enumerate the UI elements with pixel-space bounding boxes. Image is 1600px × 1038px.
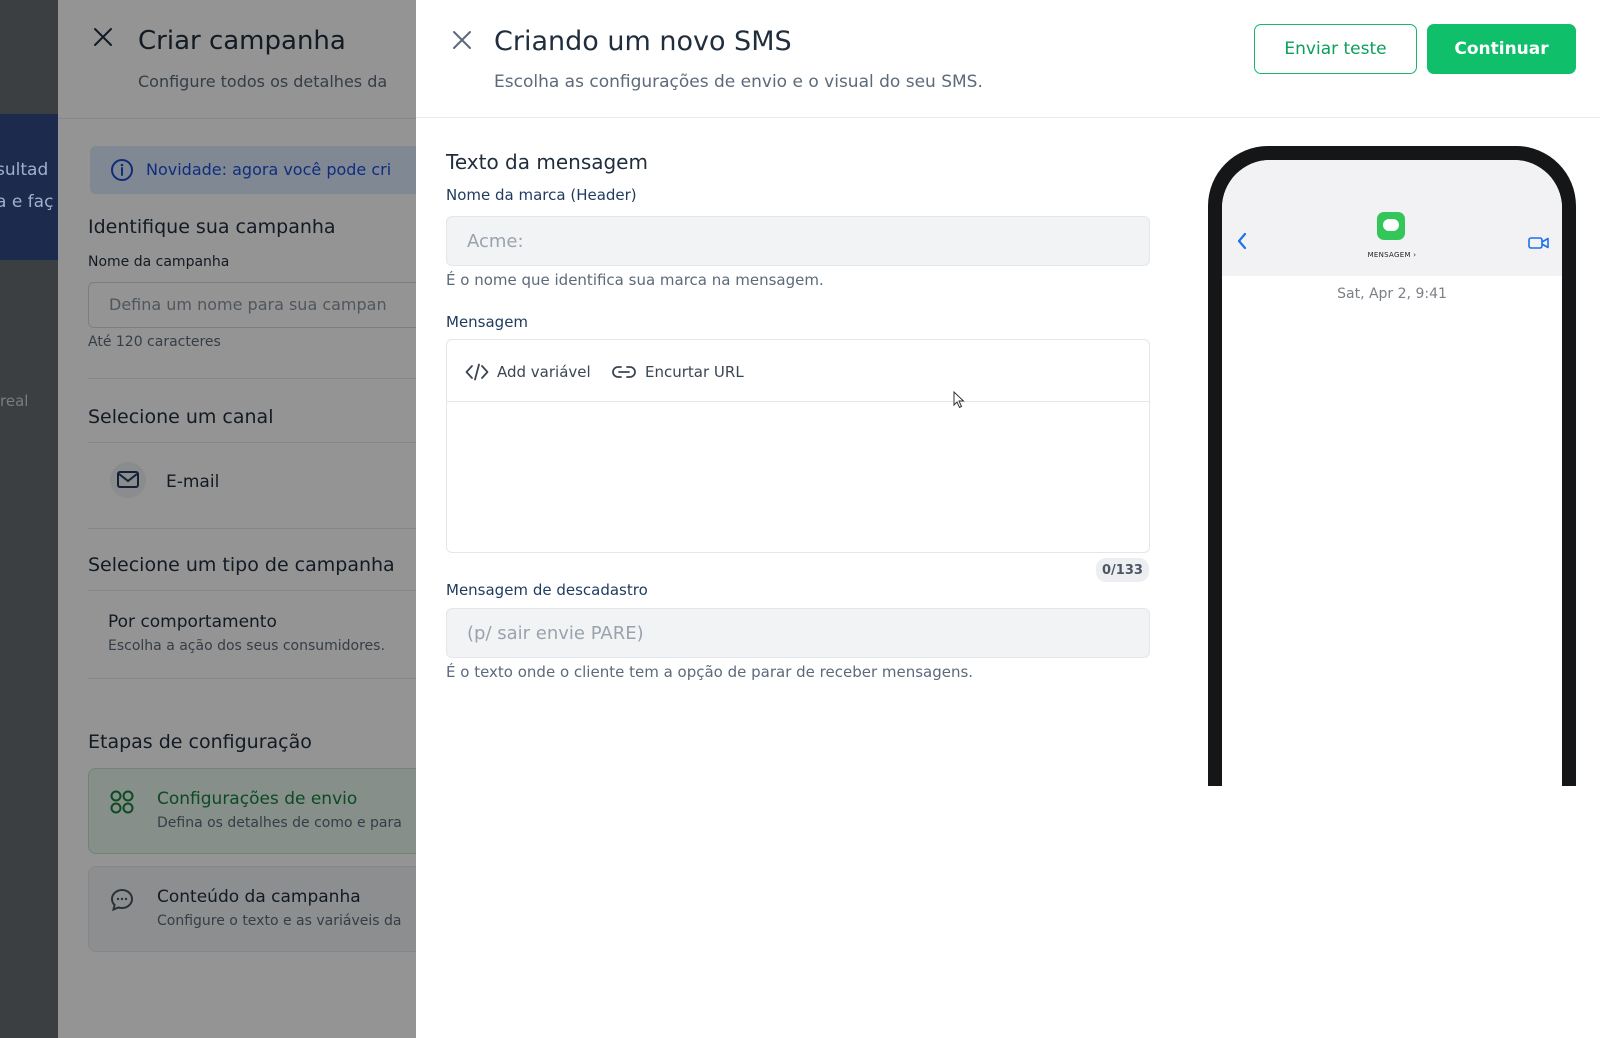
mouse-cursor-icon bbox=[953, 391, 965, 409]
panel-subtitle: Configure todos os detalhes da bbox=[138, 72, 388, 91]
message-editor: Add variável Encurtar URL bbox=[446, 339, 1150, 553]
background-text: real bbox=[0, 392, 29, 410]
drawer-subtitle: Escolha as configurações de envio e o vi… bbox=[494, 72, 983, 92]
type-behavior-title[interactable]: Por comportamento bbox=[108, 612, 277, 632]
add-variable-label: Add variável bbox=[497, 363, 591, 381]
shorten-url-button[interactable]: Encurtar URL bbox=[611, 360, 744, 384]
close-icon[interactable] bbox=[92, 26, 114, 48]
brand-name-label: Nome da marca (Header) bbox=[446, 186, 637, 204]
panel-title: Criar campanha bbox=[138, 26, 346, 56]
divider bbox=[88, 678, 418, 679]
campaign-name-input[interactable]: Defina um nome para sua campan bbox=[88, 282, 418, 328]
sms-drawer: Criando um novo SMS Escolha as configura… bbox=[416, 0, 1600, 1038]
continue-button[interactable]: Continuar bbox=[1427, 24, 1576, 74]
campaign-name-label: Nome da campanha bbox=[88, 254, 230, 270]
link-icon bbox=[612, 366, 636, 378]
unsubscribe-input[interactable] bbox=[446, 608, 1150, 658]
step-desc: Defina os detalhes de como e para bbox=[157, 815, 402, 831]
type-behavior-desc: Escolha a ação dos seus consumidores. bbox=[108, 638, 385, 654]
channel-email-label[interactable]: E-mail bbox=[166, 472, 219, 492]
create-campaign-panel: Criar campanha Configure todos os detalh… bbox=[58, 0, 418, 1038]
brand-name-help: É o nome que identifica sua marca na men… bbox=[446, 271, 824, 289]
editor-toolbar: Add variável Encurtar URL bbox=[447, 340, 1149, 402]
phone-date: Sat, Apr 2, 9:41 bbox=[1337, 286, 1447, 302]
notice-text: Novidade: agora você pode cri bbox=[146, 160, 392, 179]
add-variable-button[interactable]: Add variável bbox=[465, 360, 591, 384]
step-title: Configurações de envio bbox=[157, 789, 358, 809]
divider bbox=[416, 117, 1600, 118]
message-textarea[interactable] bbox=[447, 403, 1149, 552]
message-label: Mensagem bbox=[446, 313, 529, 331]
video-icon bbox=[1528, 237, 1549, 249]
divider bbox=[88, 378, 418, 379]
channel-heading: Selecione um canal bbox=[88, 406, 274, 428]
background-banner bbox=[0, 114, 60, 260]
steps-heading: Etapas de configuração bbox=[88, 731, 312, 753]
chat-icon bbox=[110, 888, 134, 912]
info-icon bbox=[111, 159, 133, 181]
divider bbox=[88, 590, 418, 591]
campaign-name-hint: Até 120 caracteres bbox=[88, 334, 221, 350]
divider bbox=[88, 442, 418, 443]
send-test-button[interactable]: Enviar teste bbox=[1254, 24, 1417, 74]
messages-app-icon bbox=[1377, 212, 1405, 240]
channel-email-option[interactable] bbox=[110, 462, 146, 498]
divider bbox=[88, 528, 418, 529]
campaign-name-placeholder: Defina um nome para sua campan bbox=[109, 295, 387, 314]
grid-icon bbox=[110, 790, 134, 814]
identify-heading: Identifique sua campanha bbox=[88, 216, 336, 238]
step-title: Conteúdo da campanha bbox=[157, 887, 361, 907]
back-chevron-icon bbox=[1237, 232, 1247, 250]
drawer-title: Criando um novo SMS bbox=[494, 26, 792, 57]
phone-screen: MENSAGEM › Sat, Apr 2, 9:41 bbox=[1222, 160, 1562, 786]
brand-name-input[interactable] bbox=[446, 216, 1150, 266]
phone-app-name: MENSAGEM › bbox=[1367, 251, 1417, 259]
phone-preview: MENSAGEM › Sat, Apr 2, 9:41 bbox=[1208, 146, 1576, 786]
section-title: Texto da mensagem bbox=[446, 150, 648, 174]
unsubscribe-label: Mensagem de descadastro bbox=[446, 581, 648, 599]
character-counter: 0/133 bbox=[1096, 558, 1149, 582]
close-icon[interactable] bbox=[448, 26, 476, 54]
unsubscribe-help: É o texto onde o cliente tem a opção de … bbox=[446, 663, 974, 681]
type-heading: Selecione um tipo de campanha bbox=[88, 554, 395, 576]
step-campaign-content[interactable]: Conteúdo da campanha Configure o texto e… bbox=[88, 866, 418, 952]
divider bbox=[58, 118, 418, 119]
step-send-settings[interactable]: Configurações de envio Defina os detalhe… bbox=[88, 768, 418, 854]
background-app: sultad a e faç real bbox=[0, 0, 60, 1038]
background-text: a e faç bbox=[0, 192, 54, 212]
background-text: sultad bbox=[0, 160, 49, 180]
code-icon bbox=[465, 363, 489, 381]
mail-icon bbox=[117, 471, 139, 488]
step-desc: Configure o texto e as variáveis da bbox=[157, 913, 402, 929]
shorten-url-label: Encurtar URL bbox=[645, 363, 744, 381]
